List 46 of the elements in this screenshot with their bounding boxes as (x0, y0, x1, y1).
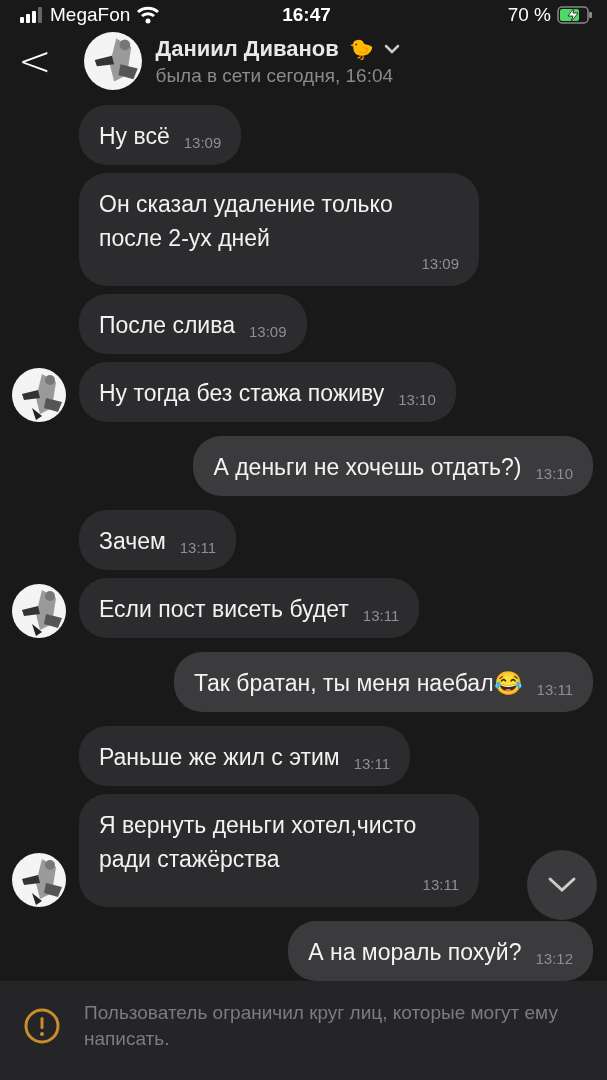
incoming-message[interactable]: Ну тогда без стажа поживу 13:10 (79, 361, 456, 422)
message-text: Он сказал удаление только после 2-ух дней (99, 189, 394, 253)
wifi-icon (136, 5, 161, 24)
incoming-message[interactable]: Я вернуть деньги хотел,чисто ради стажёрства 13:11 (79, 793, 479, 907)
message-time: 13:11 (362, 606, 400, 626)
incoming-message[interactable]: После слива 13:09 (79, 293, 307, 354)
outgoing-message[interactable]: А на мораль похуй? 13:12 (288, 920, 593, 981)
message-text: А деньги не хочешь отдать?) (213, 452, 522, 482)
carrier-name: MegaFon (50, 3, 131, 26)
message-time: 13:09 (248, 322, 287, 342)
incoming-message[interactable]: Зачем 13:11 (79, 509, 237, 570)
message-time: 13:09 (183, 133, 222, 153)
message-text: После слива (99, 310, 235, 340)
message-time: 13:11 (353, 754, 391, 774)
message-time: 13:10 (535, 464, 573, 484)
message-text: Зачем (99, 526, 166, 556)
status-emoji: 🐤 (348, 36, 374, 61)
chevron-down-icon (547, 876, 577, 894)
message-text: Ну тогда без стажа поживу (99, 378, 385, 408)
message-text: Ну всё (99, 121, 170, 151)
outgoing-message[interactable]: А деньги не хочешь отдать?) 13:10 (193, 435, 593, 496)
signal-icon (20, 6, 44, 23)
clock: 16:47 (282, 3, 331, 26)
message-text: А на мораль похуй? (308, 937, 522, 967)
message-text: Если пост висеть будет (99, 594, 349, 624)
contact-name: Даниил Диванов (155, 35, 339, 62)
warning-icon (24, 1008, 60, 1045)
message-time: 13:11 (536, 680, 573, 700)
restriction-notice: Пользователь ограничил круг лиц, которые могут ему написать. (84, 1001, 559, 1052)
message-text: Я вернуть деньги хотел,чисто ради стажёрства (99, 810, 418, 874)
incoming-message[interactable]: Раньше же жил с этим 13:11 (79, 725, 411, 786)
message-time: 13:09 (421, 254, 459, 274)
incoming-message[interactable]: Если пост висеть будет 13:11 (79, 577, 420, 638)
incoming-message[interactable]: Он сказал удаление только после 2-ух дней 13:09 (79, 172, 479, 286)
message-time: 13:11 (179, 538, 217, 558)
message-time: 13:10 (398, 390, 436, 410)
back-button[interactable]: < (14, 38, 70, 85)
incoming-message[interactable]: Ну всё 13:09 (79, 104, 242, 165)
message-text: Так братан, ты меня наебал😂 (194, 668, 523, 698)
battery-percent: 70 % (507, 3, 551, 26)
message-time: 13:12 (535, 949, 573, 969)
outgoing-message[interactable]: Так братан, ты меня наебал😂 13:11 (174, 651, 593, 712)
chevron-down-icon[interactable] (383, 43, 400, 54)
message-time: 13:11 (422, 875, 459, 895)
message-text: Раньше же жил с этим (99, 742, 340, 772)
last-seen: была в сети сегодня, 16:04 (155, 64, 395, 87)
